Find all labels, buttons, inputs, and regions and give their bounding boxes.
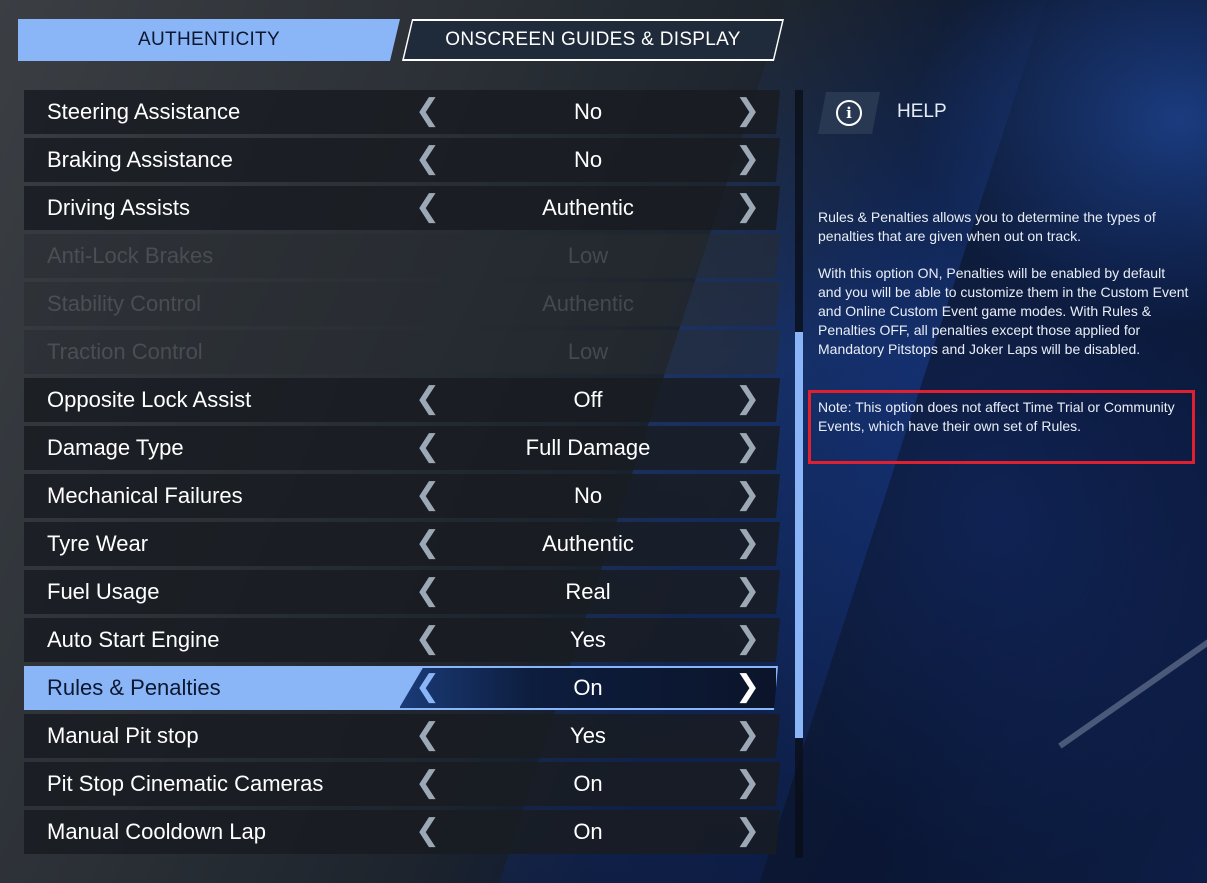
setting-label: Steering Assistance (47, 99, 241, 124)
setting-label: Fuel Usage (47, 579, 160, 604)
setting-value: Authentic (542, 195, 634, 220)
setting-label: Anti-Lock Brakes (47, 243, 214, 268)
setting-label: Tyre Wear (47, 531, 149, 556)
setting-label: Opposite Lock Assist (47, 387, 252, 412)
background-streak (1058, 617, 1207, 749)
setting-label: Pit Stop Cinematic Cameras (47, 771, 324, 796)
setting-row-auto-start-engine[interactable]: Auto Start Engine ❮ Yes ❯ (24, 618, 780, 662)
setting-row-braking-assistance[interactable]: Braking Assistance ❮ No ❯ (24, 138, 780, 182)
scrollbar-thumb[interactable] (795, 332, 803, 738)
chevron-left-icon[interactable]: ❮ (415, 528, 440, 559)
chevron-left-icon[interactable]: ❮ (415, 672, 440, 703)
setting-row-manual-cooldown-lap[interactable]: Manual Cooldown Lap ❮ On ❯ (24, 810, 780, 854)
settings-list: Steering Assistance ❮ No ❯ Braking Assistanc… (24, 90, 780, 858)
setting-row-mechanical-failures[interactable]: Mechanical Failures ❮ No ❯ (24, 474, 780, 518)
setting-row-tyre-wear[interactable]: Tyre Wear ❮ Authentic ❯ (24, 522, 780, 566)
setting-value: Low (567, 243, 609, 268)
chevron-left-icon[interactable]: ❮ (415, 768, 440, 799)
chevron-left-icon[interactable]: ❮ (415, 432, 440, 463)
info-icon-glyph: i (846, 104, 852, 122)
chevron-right-icon[interactable]: ❯ (735, 576, 760, 607)
chevron-right-icon[interactable]: ❯ (735, 96, 760, 127)
chevron-right-icon[interactable]: ❯ (735, 144, 760, 175)
setting-label: Auto Start Engine (47, 627, 220, 652)
chevron-right-icon[interactable]: ❯ (735, 624, 760, 655)
setting-row-manual-pit-stop[interactable]: Manual Pit stop ❮ Yes ❯ (24, 714, 780, 758)
setting-value: On (573, 771, 603, 796)
setting-row-damage-type[interactable]: Damage Type ❮ Full Damage ❯ (24, 426, 780, 470)
setting-value: No (573, 483, 603, 508)
chevron-left-icon[interactable]: ❮ (415, 96, 440, 127)
setting-row-driving-assists[interactable]: Driving Assists ❮ Authentic ❯ (24, 186, 780, 230)
setting-row-pit-stop-cinematic-cameras[interactable]: Pit Stop Cinematic Cameras ❮ On ❯ (24, 762, 780, 806)
chevron-left-icon[interactable]: ❮ (415, 720, 440, 751)
setting-value: On (573, 819, 603, 844)
setting-value: No (573, 99, 603, 124)
setting-value: Yes (570, 627, 606, 652)
setting-label: Driving Assists (47, 195, 191, 220)
chevron-left-icon[interactable]: ❮ (415, 192, 440, 223)
setting-value: No (573, 147, 603, 172)
help-badge: i (818, 92, 880, 134)
setting-label: Manual Cooldown Lap (47, 819, 266, 844)
setting-row-anti-lock-brakes: Anti-Lock Brakes❮Low❯ (24, 234, 780, 278)
setting-value: Real (565, 579, 611, 604)
setting-row-opposite-lock-assist[interactable]: Opposite Lock Assist ❮ Off ❯ (24, 378, 780, 422)
setting-value: Authentic (542, 531, 634, 556)
setting-row-rules-and-penalties[interactable]: Rules & Penalties ❮ On ❯ (24, 666, 780, 710)
chevron-right-icon[interactable]: ❯ (735, 432, 760, 463)
chevron-left-icon[interactable]: ❮ (415, 384, 440, 415)
tab-authenticity-label: AUTHENTICITY (138, 29, 280, 50)
chevron-right-icon[interactable]: ❯ (735, 720, 760, 751)
help-title: HELP (897, 101, 947, 122)
tab-onscreen-guides-display-label: ONSCREEN GUIDES & DISPLAY (445, 29, 741, 50)
chevron-left-icon[interactable]: ❮ (415, 480, 440, 511)
help-paragraph-2: With this option ON, Penalties will be e… (818, 265, 1189, 357)
setting-label: Stability Control (47, 291, 202, 316)
chevron-right-icon[interactable]: ❯ (735, 192, 760, 223)
setting-value: Off (573, 387, 603, 412)
setting-label: Braking Assistance (47, 147, 233, 172)
chevron-right-icon[interactable]: ❯ (735, 528, 760, 559)
setting-row-stability-control: Stability Control❮Authentic❯ (24, 282, 780, 326)
setting-value: Low (567, 339, 609, 364)
chevron-left-icon[interactable]: ❮ (415, 816, 440, 847)
chevron-left-icon[interactable]: ❮ (415, 576, 440, 607)
setting-label: Manual Pit stop (47, 723, 199, 748)
chevron-right-icon[interactable]: ❯ (735, 672, 760, 703)
help-paragraph-1: Rules & Penalties allows you to determin… (818, 209, 1156, 244)
setting-value: On (573, 675, 603, 700)
setting-row-fuel-usage[interactable]: Fuel Usage ❮ Real ❯ (24, 570, 780, 614)
info-icon: i (836, 100, 862, 126)
help-note: Note: This option does not affect Time T… (818, 399, 1175, 434)
setting-value: Yes (570, 723, 606, 748)
chevron-right-icon[interactable]: ❯ (735, 384, 760, 415)
tab-onscreen-guides-display[interactable]: ONSCREEN GUIDES & DISPLAY (402, 19, 784, 61)
setting-value: Authentic (542, 291, 634, 316)
tab-authenticity[interactable]: AUTHENTICITY (18, 19, 400, 61)
setting-label: Damage Type (47, 435, 184, 460)
chevron-right-icon[interactable]: ❯ (735, 480, 760, 511)
chevron-left-icon[interactable]: ❮ (415, 144, 440, 175)
setting-row-traction-control: Traction Control❮Low❯ (24, 330, 780, 374)
chevron-right-icon[interactable]: ❯ (735, 816, 760, 847)
setting-label: Traction Control (47, 339, 203, 364)
chevron-right-icon[interactable]: ❯ (735, 768, 760, 799)
setting-value: Full Damage (525, 435, 651, 460)
setting-label: Mechanical Failures (47, 483, 243, 508)
chevron-left-icon[interactable]: ❮ (415, 624, 440, 655)
setting-row-steering-assistance[interactable]: Steering Assistance ❮ No ❯ (24, 90, 780, 134)
setting-label: Rules & Penalties (47, 675, 221, 700)
